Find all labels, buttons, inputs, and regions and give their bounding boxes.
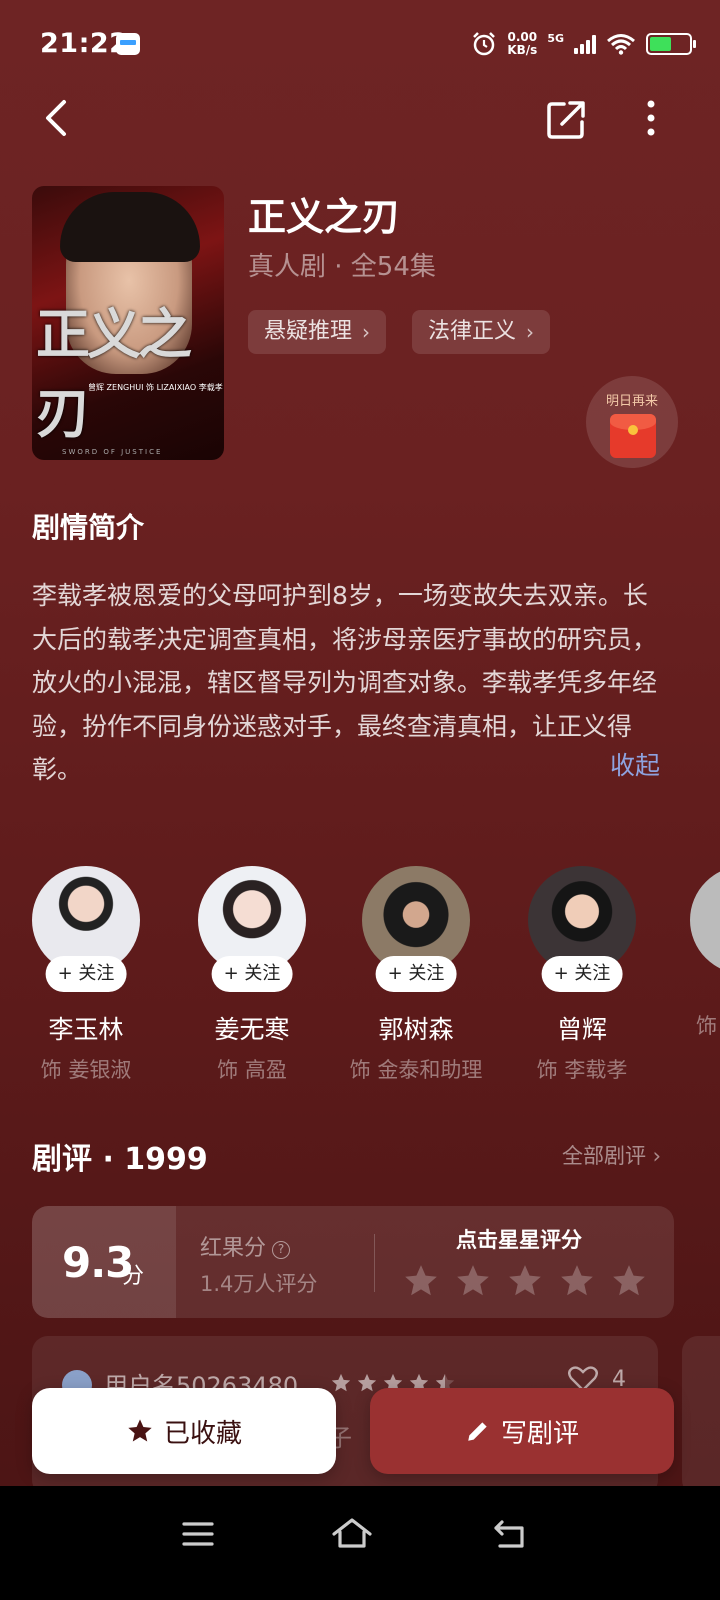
chevron-right-icon: › <box>362 320 371 344</box>
synopsis-title: 剧情简介 <box>32 511 145 544</box>
cast-role: 饰 金泰和助理 <box>349 1058 483 1082</box>
tag-suspense[interactable]: 悬疑推理 › <box>248 310 387 354</box>
share-icon[interactable] <box>544 98 588 142</box>
score-unit: 分 <box>122 1264 145 1289</box>
follow-button[interactable]: + 关注 <box>375 956 457 992</box>
star-icon[interactable] <box>454 1262 492 1300</box>
status-bar: 21:22 0.00 KB/s 5G <box>0 0 720 90</box>
rating-card: 9.3 分 红果分? 1.4万人评分 点击星星评分 <box>32 1206 674 1318</box>
network-type: 5G <box>547 31 564 45</box>
back-icon[interactable] <box>36 96 80 140</box>
write-review-label: 写剧评 <box>500 1418 579 1449</box>
cast-item[interactable]: 饰 <box>690 866 720 1040</box>
hongguo-score-label: 红果分? <box>200 1230 291 1262</box>
more-icon[interactable] <box>636 98 666 142</box>
cast-item[interactable]: + 关注 曾辉 饰 李载孝 <box>526 866 638 1084</box>
show-title: 正义之刃 <box>248 195 401 239</box>
write-review-button[interactable]: 写剧评 <box>370 1388 674 1474</box>
cast-name: 曾辉 <box>556 1015 607 1044</box>
pencil-icon <box>468 1422 487 1441</box>
favorite-label: 已收藏 <box>163 1418 242 1449</box>
follow-button[interactable]: + 关注 <box>541 956 623 992</box>
star-icon <box>357 1373 377 1392</box>
follow-button[interactable]: + 关注 <box>45 956 127 992</box>
follow-button[interactable]: + 关注 <box>211 956 293 992</box>
battery-icon <box>646 33 696 55</box>
reward-envelope-button[interactable]: 明日再来 <box>586 376 678 468</box>
star-icon <box>331 1373 351 1392</box>
poster-subtitle-art: SWORD OF JUSTICE <box>62 448 163 456</box>
cast-name: 姜无寒 <box>214 1015 290 1044</box>
cast-item[interactable]: + 关注 李玉林 饰 姜银淑 <box>30 866 142 1084</box>
star-icon[interactable] <box>610 1262 648 1300</box>
cast-item[interactable]: + 关注 郭树森 饰 金泰和助理 <box>350 866 482 1084</box>
cast-name: 郭树森 <box>378 1015 454 1044</box>
app-notification-icon <box>116 33 140 55</box>
tag-justice[interactable]: 法律正义 › <box>412 310 551 354</box>
cast-role: 饰 李载孝 <box>536 1058 628 1082</box>
synopsis-text: 李载孝被恩爱的父母呵护到8岁，一场变故失去双亲。长大后的载孝决定调查真相，将涉母… <box>32 581 658 784</box>
net-speed: 0.00 KB/s <box>507 31 537 57</box>
help-icon[interactable]: ? <box>272 1241 291 1259</box>
tag-label: 悬疑推理 <box>264 319 353 344</box>
review-card-next[interactable] <box>682 1336 720 1496</box>
star-filled-icon <box>128 1419 152 1442</box>
red-envelope-icon <box>610 414 656 458</box>
star-icon[interactable] <box>402 1262 440 1300</box>
score-box: 9.3 分 <box>32 1206 176 1318</box>
rater-count: 1.4万人评分 <box>200 1272 318 1296</box>
alarm-icon <box>473 32 496 56</box>
cast-item[interactable]: + 关注 姜无寒 饰 高盈 <box>196 866 308 1084</box>
poster-title-art: 正义之刃 <box>36 302 192 445</box>
status-icons: 0.00 KB/s 5G <box>471 26 696 62</box>
reward-label: 明日再来 <box>605 394 658 409</box>
system-nav-bar <box>0 1486 720 1600</box>
cast-role: 饰 高盈 <box>217 1058 287 1082</box>
home-icon[interactable] <box>330 1512 374 1556</box>
net-speed-unit: KB/s <box>507 43 538 57</box>
poster-hair <box>60 192 200 262</box>
back-nav-icon[interactable] <box>488 1512 532 1556</box>
collapse-link[interactable]: 收起 <box>610 746 660 782</box>
cast-name: 李玉林 <box>48 1015 124 1044</box>
tag-label: 法律正义 <box>428 319 517 344</box>
reviews-title: 剧评 · 1999 <box>32 1142 208 1177</box>
signal-icon <box>574 34 596 54</box>
cast-role: 饰 <box>696 1014 717 1038</box>
wifi-icon <box>607 34 635 55</box>
cast-role: 饰 姜银淑 <box>40 1058 132 1082</box>
divider <box>374 1234 375 1292</box>
show-poster[interactable]: 曾辉 ZENGHUI 饰 LIZAIXIAO 李载孝 正义之刃 SWORD OF… <box>32 186 224 460</box>
hongguo-label-text: 红果分 <box>200 1236 267 1261</box>
star-icon[interactable] <box>506 1262 544 1300</box>
show-meta: 真人剧 · 全54集 <box>248 252 436 282</box>
tap-star-prompt: 点击星星评分 <box>456 1228 582 1252</box>
chevron-right-icon: › <box>526 320 535 344</box>
rating-stars[interactable] <box>402 1262 648 1300</box>
favorite-button[interactable]: 已收藏 <box>32 1388 336 1474</box>
menu-icon[interactable] <box>176 1512 220 1556</box>
avatar <box>690 866 720 974</box>
all-reviews-link[interactable]: 全部剧评 › <box>562 1140 661 1170</box>
star-icon[interactable] <box>558 1262 596 1300</box>
